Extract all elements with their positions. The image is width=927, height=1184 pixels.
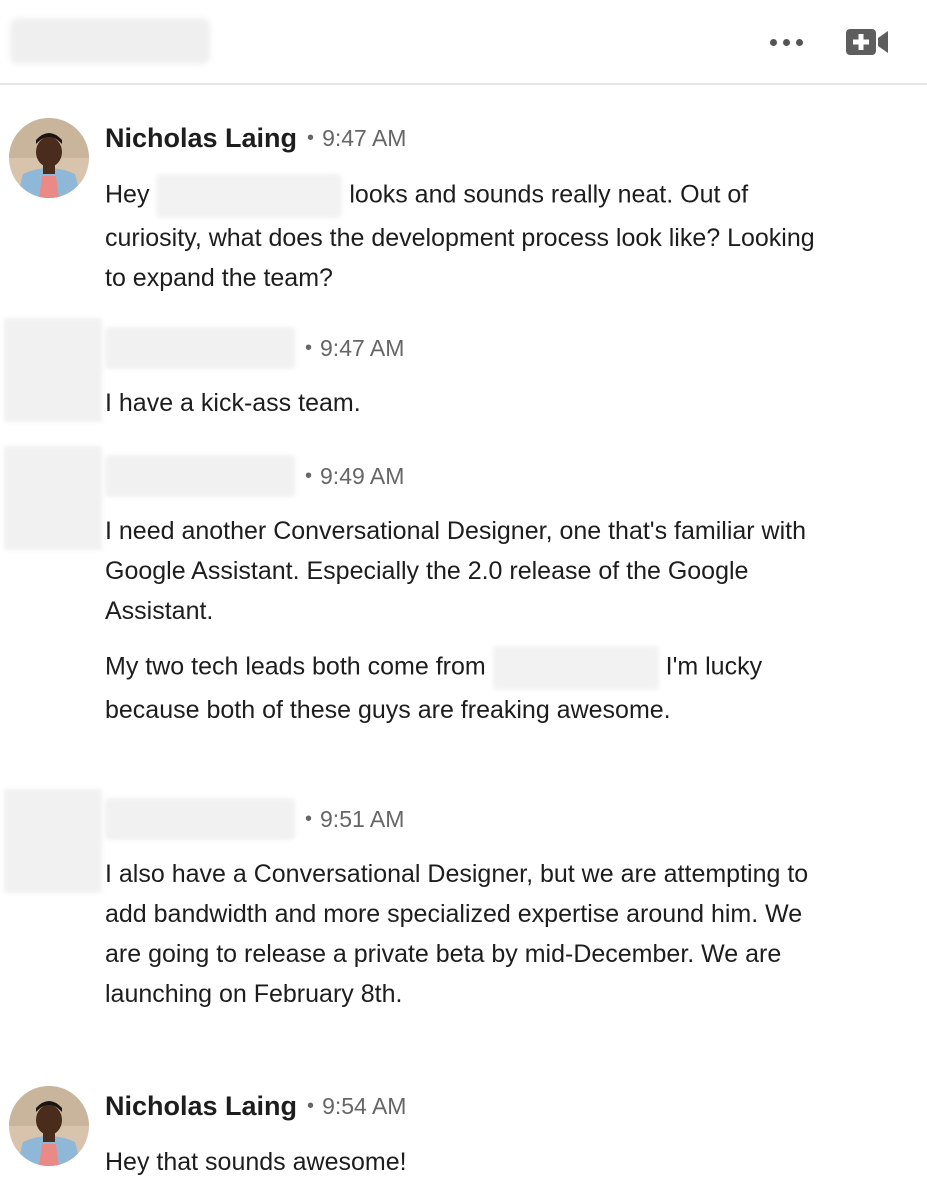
redacted-avatar (4, 789, 102, 893)
video-plus-icon[interactable] (843, 26, 891, 58)
message-text: Hey (105, 180, 150, 209)
redacted-avatar (4, 446, 102, 550)
message-text: Hey that sounds awesome! (105, 1148, 407, 1176)
separator-dot: • (307, 1094, 315, 1117)
separator-dot: • (305, 336, 313, 359)
message-meta: • 9:51 AM (105, 798, 405, 840)
timestamp: 9:47 AM (320, 334, 405, 361)
message-body: Hey that sounds awesome! (105, 1142, 825, 1182)
separator-dot: • (305, 464, 313, 487)
message-body: I have a kick-ass team. (105, 383, 825, 423)
message-body: I also have a Conversational Designer, b… (105, 854, 825, 1014)
separator-dot: • (305, 807, 313, 830)
redacted-sender-name (105, 798, 295, 840)
redacted-text (156, 174, 343, 218)
message-meta: • 9:49 AM (105, 455, 405, 497)
timestamp: 9:47 AM (322, 124, 407, 151)
conversation-header (0, 0, 927, 85)
message-body: My two tech leads both come from I'm luc… (105, 646, 825, 730)
sender-name[interactable]: Nicholas Laing (105, 1091, 297, 1122)
message-body: I need another Conversational Designer, … (105, 511, 825, 631)
message-text: I also have a Conversational Designer, b… (105, 860, 809, 1008)
message-text: I need another Conversational Designer, … (105, 517, 807, 625)
message-meta: Nicholas Laing • 9:47 AM (105, 122, 406, 154)
message-text: I have a kick-ass team. (105, 389, 361, 417)
avatar[interactable] (9, 118, 89, 198)
timestamp: 9:54 AM (322, 1092, 407, 1119)
redacted-sender-name (105, 455, 295, 497)
message-body: Hey looks and sounds really neat. Out of… (105, 174, 825, 298)
timestamp: 9:49 AM (320, 462, 405, 489)
message-meta: Nicholas Laing • 9:54 AM (105, 1090, 406, 1122)
redacted-conversation-title (10, 18, 210, 64)
avatar[interactable] (9, 1086, 89, 1166)
sender-name[interactable]: Nicholas Laing (105, 123, 297, 154)
timestamp: 9:51 AM (320, 805, 405, 832)
redacted-avatar (4, 318, 102, 422)
message-meta: • 9:47 AM (105, 327, 405, 369)
separator-dot: • (307, 126, 315, 149)
message-text: My two tech leads both come from (105, 652, 486, 681)
redacted-sender-name (105, 327, 295, 369)
message-list: Nicholas Laing • 9:47 AM Hey looks and s… (0, 86, 927, 1184)
ellipsis-icon[interactable] (762, 28, 810, 56)
redacted-text (492, 646, 659, 690)
